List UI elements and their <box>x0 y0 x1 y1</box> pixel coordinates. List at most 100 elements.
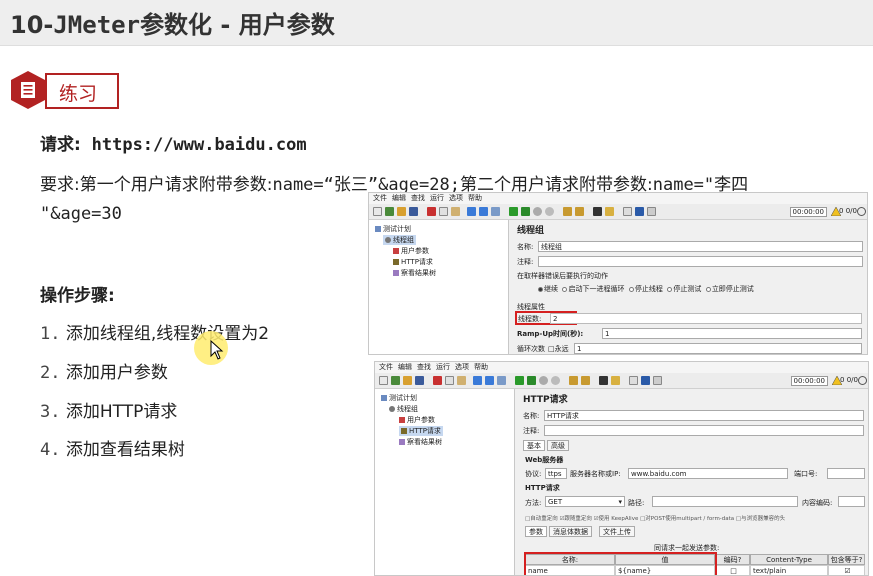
port-field[interactable] <box>827 468 865 479</box>
tree-item-thread-group[interactable]: 线程组 <box>383 235 416 245</box>
function-helper-icon[interactable] <box>623 207 632 216</box>
rampup-field[interactable]: 1 <box>602 328 862 339</box>
threads-field[interactable]: 2 <box>550 313 862 324</box>
start-icon[interactable] <box>509 207 518 216</box>
document-icon <box>11 71 45 109</box>
help-icon[interactable] <box>635 207 644 216</box>
clear-icon[interactable] <box>563 207 572 216</box>
gear-icon[interactable] <box>857 207 866 216</box>
title-bar: 10-JMeter参数化 - 用户参数 <box>0 0 873 46</box>
encoding-label: 内容编码: <box>802 499 833 507</box>
copy-icon[interactable] <box>439 207 448 216</box>
function-helper-icon[interactable] <box>629 376 638 385</box>
expand-icon[interactable] <box>467 207 476 216</box>
content-type-cell[interactable]: text/plain <box>750 565 828 575</box>
stop-icon[interactable] <box>533 207 542 216</box>
radio-stop-now[interactable] <box>705 286 711 292</box>
clear-icon[interactable] <box>569 376 578 385</box>
stop-icon[interactable] <box>539 376 548 385</box>
web-server-label: Web服务器 <box>525 456 564 464</box>
toolbar: 00:00:00 0 0/0 <box>369 204 867 220</box>
open-icon[interactable] <box>397 207 406 216</box>
loop-label: 循环次数 <box>517 345 545 353</box>
step-item: 2. 添加用户参数 <box>40 363 168 383</box>
tree-item-results-tree[interactable]: 察看结果树 <box>399 437 442 447</box>
request-options[interactable]: □自动重定向 ☑跟随重定向 ☑使用 KeepAlive □对POST使用mult… <box>525 514 785 522</box>
comment-field[interactable] <box>544 425 864 436</box>
tree-item-results-tree[interactable]: 察看结果树 <box>393 268 436 278</box>
shutdown-icon[interactable] <box>551 376 560 385</box>
tab-parameters[interactable]: 参数 <box>525 526 547 537</box>
tab-file-upload[interactable]: 文件上传 <box>599 526 635 537</box>
new-icon[interactable] <box>379 376 388 385</box>
tree-item-http-request[interactable]: HTTP请求 <box>393 257 433 267</box>
radio-next-loop[interactable] <box>562 286 568 292</box>
search-icon[interactable] <box>599 376 608 385</box>
tree-item-user-params[interactable]: 用户参数 <box>399 415 435 425</box>
listener-icon <box>399 439 405 445</box>
loop-forever-checkbox[interactable]: □永远 <box>548 344 569 354</box>
cut-icon[interactable] <box>427 207 436 216</box>
start-icon[interactable] <box>515 376 524 385</box>
server-field[interactable]: www.baidu.com <box>628 468 788 479</box>
tree-item-thread-group[interactable]: 线程组 <box>389 404 418 414</box>
paste-icon[interactable] <box>457 376 466 385</box>
copy-icon[interactable] <box>445 376 454 385</box>
tree-item-test-plan[interactable]: 测试计划 <box>375 224 411 234</box>
method-select[interactable]: GET ▾ <box>545 496 625 507</box>
name-field[interactable]: HTTP请求 <box>544 410 864 421</box>
open-icon[interactable] <box>403 376 412 385</box>
logs-icon[interactable] <box>653 376 662 385</box>
thread-group-panel: 线程组 名称: 线程组 注释: 在取样器错误后要执行的动作 继续 启动下一进程循… <box>510 220 867 354</box>
toggle-icon[interactable] <box>497 376 506 385</box>
include-equals-checkbox[interactable]: ☑ <box>828 565 865 575</box>
encode-checkbox[interactable]: □ <box>715 565 750 575</box>
tree-item-test-plan[interactable]: 测试计划 <box>381 393 417 403</box>
elapsed-timer: 00:00:00 <box>789 207 827 217</box>
save-icon[interactable] <box>415 376 424 385</box>
cut-icon[interactable] <box>433 376 442 385</box>
tab-body-data[interactable]: 消息体数据 <box>549 526 592 537</box>
radio-stop-thread[interactable] <box>628 286 634 292</box>
clear-all-icon[interactable] <box>581 376 590 385</box>
name-field[interactable]: 线程组 <box>538 241 863 252</box>
save-icon[interactable] <box>409 207 418 216</box>
panel-title: 线程组 <box>517 226 545 236</box>
thread-counter: 0 0/0 <box>839 207 857 215</box>
gear-icon[interactable] <box>858 376 867 385</box>
tab-basic[interactable]: 基本 <box>523 440 545 451</box>
shutdown-icon[interactable] <box>545 207 554 216</box>
radio-continue[interactable] <box>538 286 543 292</box>
steps-label: 操作步骤: <box>40 286 115 306</box>
preprocessor-icon <box>399 417 405 423</box>
reset-search-icon[interactable] <box>605 207 614 216</box>
logs-icon[interactable] <box>647 207 656 216</box>
collapse-icon[interactable] <box>479 207 488 216</box>
request-line: 请求: https://www.baidu.com <box>40 135 307 155</box>
test-plan-tree: 测试计划 线程组 用户参数 HTTP请求 察看结果树 <box>369 220 509 354</box>
comment-label: 注释: <box>523 427 540 435</box>
comment-field[interactable] <box>538 256 863 267</box>
search-icon[interactable] <box>593 207 602 216</box>
protocol-field[interactable]: ttps <box>545 468 567 479</box>
clear-all-icon[interactable] <box>575 207 584 216</box>
start-no-pause-icon[interactable] <box>521 207 530 216</box>
encoding-field[interactable] <box>838 496 865 507</box>
paste-icon[interactable] <box>451 207 460 216</box>
tree-item-user-params[interactable]: 用户参数 <box>393 246 429 256</box>
tree-item-http-request[interactable]: HTTP请求 <box>399 426 443 436</box>
template-icon[interactable] <box>391 376 400 385</box>
path-field[interactable] <box>652 496 798 507</box>
collapse-icon[interactable] <box>485 376 494 385</box>
help-icon[interactable] <box>641 376 650 385</box>
reset-search-icon[interactable] <box>611 376 620 385</box>
loop-count-field[interactable]: 1 <box>574 343 862 354</box>
preprocessor-icon <box>393 248 399 254</box>
tab-advanced[interactable]: 高级 <box>547 440 569 451</box>
radio-stop-test[interactable] <box>667 286 673 292</box>
start-no-pause-icon[interactable] <box>527 376 536 385</box>
toggle-icon[interactable] <box>491 207 500 216</box>
expand-icon[interactable] <box>473 376 482 385</box>
new-icon[interactable] <box>373 207 382 216</box>
template-icon[interactable] <box>385 207 394 216</box>
